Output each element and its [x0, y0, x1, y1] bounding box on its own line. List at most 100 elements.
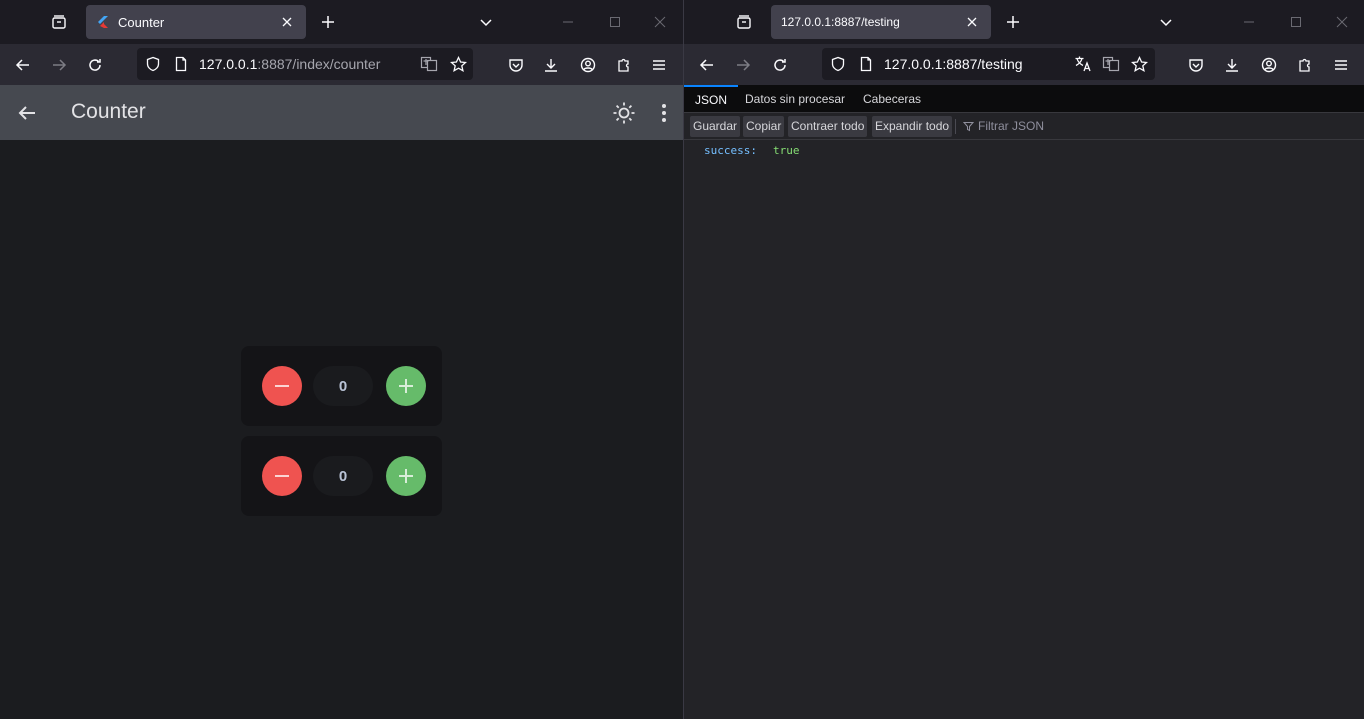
counter-card: 0 — [241, 346, 442, 426]
filter-placeholder: Filtrar JSON — [978, 119, 1044, 133]
minimize-icon — [563, 21, 573, 23]
theme-toggle-button[interactable] — [610, 99, 638, 127]
close-window-button[interactable] — [645, 8, 675, 36]
reload-button[interactable] — [765, 50, 795, 80]
json-tree: success: true — [684, 140, 1364, 719]
close-window-icon — [1336, 16, 1348, 28]
json-key[interactable]: success: — [704, 144, 757, 157]
more-options-button[interactable] — [650, 99, 678, 127]
account-icon — [580, 57, 596, 73]
expand-all-button[interactable]: Expandir todo — [872, 116, 953, 137]
bookmark-star-icon[interactable] — [1129, 54, 1149, 74]
tab-close-button[interactable] — [278, 13, 296, 31]
download-icon — [1226, 59, 1238, 72]
new-tab-button[interactable] — [998, 8, 1028, 36]
downloads-button[interactable] — [1217, 50, 1247, 80]
tab-raw-data[interactable]: Datos sin procesar — [745, 85, 845, 113]
counter-value: 0 — [313, 456, 373, 496]
puzzle-icon — [618, 58, 629, 72]
firefox-view-button[interactable] — [44, 8, 74, 36]
toolbar-separator — [955, 119, 956, 134]
plus-icon — [399, 379, 413, 393]
pocket-button[interactable] — [501, 50, 531, 80]
firefox-view-button[interactable] — [729, 8, 759, 36]
tab-strip: 127.0.0.1:8887/testing — [684, 0, 1364, 44]
tab-headers[interactable]: Cabeceras — [863, 85, 921, 113]
pocket-icon — [1189, 59, 1203, 72]
close-icon — [967, 17, 977, 27]
translate-icon[interactable] — [1101, 54, 1121, 74]
increment-button[interactable] — [386, 456, 426, 496]
arrow-right-icon — [737, 59, 751, 71]
browser-window-right: 127.0.0.1:8887/testing 127.0.0.1:8887/te… — [684, 0, 1364, 719]
tab-close-button[interactable] — [963, 13, 981, 31]
collapse-all-button[interactable]: Contraer todo — [788, 116, 868, 137]
shield-icon[interactable] — [828, 54, 848, 74]
shield-icon[interactable] — [143, 54, 163, 74]
list-all-tabs-button[interactable] — [471, 8, 501, 36]
extensions-button[interactable] — [609, 50, 639, 80]
maximize-button[interactable] — [600, 8, 630, 36]
increment-button[interactable] — [386, 366, 426, 406]
minimize-button[interactable] — [553, 8, 583, 36]
maximize-button[interactable] — [1281, 8, 1311, 36]
tab-strip: Counter — [0, 0, 683, 44]
account-button[interactable] — [1254, 50, 1284, 80]
account-button[interactable] — [573, 50, 603, 80]
decrement-button[interactable] — [262, 456, 302, 496]
filter-json-input[interactable]: Filtrar JSON — [963, 119, 1044, 133]
decrement-button[interactable] — [262, 366, 302, 406]
app-body: 0 0 — [0, 140, 683, 719]
reload-icon — [89, 59, 101, 71]
minimize-button[interactable] — [1234, 8, 1264, 36]
new-tab-button[interactable] — [313, 8, 343, 36]
back-button[interactable] — [692, 50, 722, 80]
url-text[interactable]: 127.0.0.1:8887/testing — [884, 56, 1023, 72]
maximize-icon — [1291, 17, 1301, 27]
url-bar[interactable]: 127.0.0.1:8887/testing — [822, 48, 1155, 80]
tab-json[interactable]: JSON — [684, 85, 739, 113]
counter-card: 0 — [241, 436, 442, 516]
json-value[interactable]: true — [773, 144, 800, 157]
app-bar: Counter — [0, 85, 683, 140]
app-menu-button[interactable] — [644, 50, 674, 80]
extensions-button[interactable] — [1290, 50, 1320, 80]
tab-testing[interactable]: 127.0.0.1:8887/testing — [771, 5, 991, 39]
tab-counter[interactable]: Counter — [86, 5, 306, 39]
plus-icon — [1007, 16, 1019, 28]
bookmark-star-icon[interactable] — [448, 54, 468, 74]
page-icon[interactable] — [171, 54, 191, 74]
tab-title: Counter — [118, 14, 165, 30]
forward-button[interactable] — [44, 50, 74, 80]
downloads-button[interactable] — [536, 50, 566, 80]
minus-icon — [275, 475, 289, 477]
app-menu-button[interactable] — [1326, 50, 1356, 80]
arrow-left-icon — [18, 106, 35, 120]
list-all-tabs-button[interactable] — [1151, 8, 1181, 36]
url-text[interactable]: 127.0.0.1:8887/index/counter — [199, 56, 380, 72]
translate-page-icon[interactable] — [1073, 54, 1093, 74]
arrow-left-icon — [699, 59, 713, 71]
minimize-icon — [1244, 21, 1254, 23]
app-back-button[interactable] — [13, 99, 41, 127]
pocket-button[interactable] — [1181, 50, 1211, 80]
page-icon[interactable] — [856, 54, 876, 74]
translate-icon[interactable] — [419, 54, 439, 74]
url-bar[interactable]: 127.0.0.1:8887/index/counter — [137, 48, 473, 80]
json-viewer-tabs: JSON Datos sin procesar Cabeceras — [684, 85, 1364, 113]
reload-icon — [774, 59, 786, 71]
reload-button[interactable] — [80, 50, 110, 80]
chevron-down-icon — [1160, 19, 1172, 27]
arrow-left-icon — [15, 59, 29, 71]
save-button[interactable]: Guardar — [690, 116, 741, 137]
firefox-view-icon — [737, 15, 751, 29]
pocket-icon — [509, 59, 523, 72]
minus-icon — [275, 385, 289, 387]
arrow-right-icon — [53, 59, 67, 71]
navigation-toolbar: 127.0.0.1:8887/testing — [684, 44, 1364, 85]
forward-button[interactable] — [728, 50, 758, 80]
tab-title: 127.0.0.1:8887/testing — [781, 15, 900, 29]
copy-button[interactable]: Copiar — [743, 116, 785, 137]
back-button[interactable] — [8, 50, 38, 80]
close-window-button[interactable] — [1327, 8, 1357, 36]
